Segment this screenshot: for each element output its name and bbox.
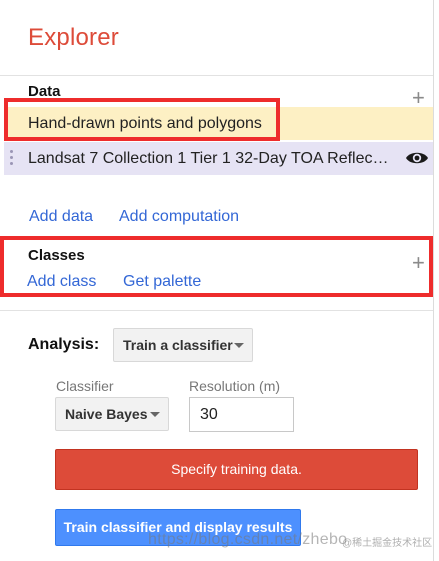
analysis-type-dropdown[interactable]: Train a classifier: [113, 328, 253, 362]
add-data-link[interactable]: Add data: [29, 208, 93, 226]
chevron-down-icon: [234, 343, 244, 348]
analysis-label: Analysis:: [28, 336, 100, 353]
add-data-plus-icon[interactable]: +: [412, 87, 425, 109]
analysis-type-value: Train a classifier: [123, 337, 233, 353]
watermark-url: https://blog.csdn.net/zhebo: [148, 531, 348, 548]
classifier-dropdown[interactable]: Naive Bayes: [55, 397, 169, 431]
resolution-input[interactable]: [189, 397, 294, 432]
layer-landsat[interactable]: Landsat 7 Collection 1 Tier 1 32-Day TOA…: [4, 142, 433, 175]
divider: [0, 75, 433, 76]
watermark-badge: @稀土掘金技术社区: [342, 538, 433, 549]
classifier-value: Naive Bayes: [65, 406, 148, 422]
highlight-box-hand-drawn: [4, 98, 280, 141]
drag-handle-icon[interactable]: [10, 150, 13, 167]
add-computation-link[interactable]: Add computation: [119, 208, 239, 226]
resolution-label: Resolution (m): [189, 378, 281, 394]
panel-title: Explorer: [28, 24, 119, 51]
layer-name: Landsat 7 Collection 1 Tier 1 32-Day TOA…: [28, 150, 389, 167]
classifier-label: Classifier: [56, 378, 114, 394]
chevron-down-icon: [150, 412, 160, 417]
highlight-box-classes: [0, 236, 433, 297]
divider: [0, 310, 433, 311]
eye-icon[interactable]: [405, 149, 429, 167]
error-banner: Specify training data.: [55, 449, 418, 490]
